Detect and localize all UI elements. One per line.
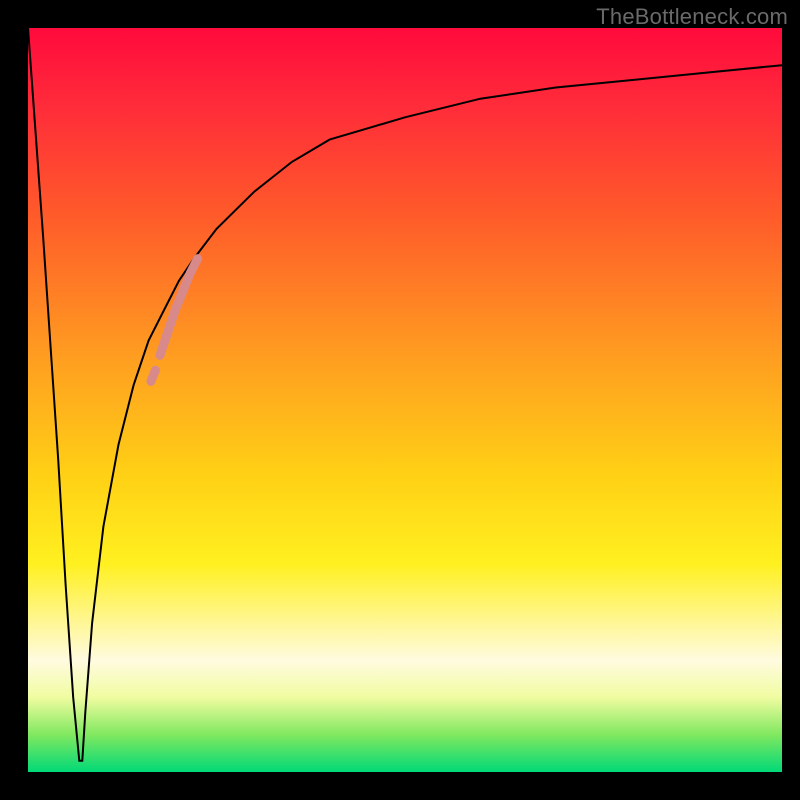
chart-svg <box>0 0 800 800</box>
chart-frame: TheBottleneck.com <box>0 0 800 800</box>
series-curve <box>28 28 782 761</box>
watermark-text: TheBottleneck.com <box>596 4 788 30</box>
series-highlight-dot <box>151 370 156 381</box>
